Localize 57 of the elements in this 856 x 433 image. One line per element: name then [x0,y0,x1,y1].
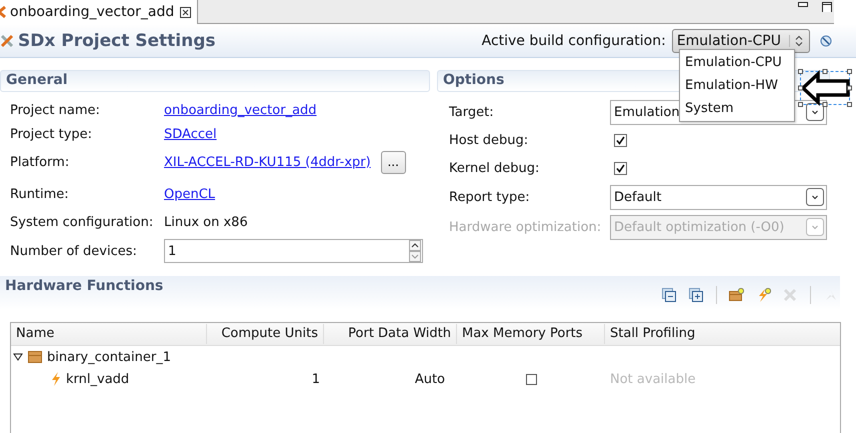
field-value: Linux on x86 [164,214,248,230]
field-label: Number of devices: [10,244,138,258]
build-config-dropdown[interactable]: Emulation-CPU [672,28,810,52]
menu-item[interactable]: System [680,97,794,120]
section-header: General [0,70,430,92]
dropdown: Default optimization (-O0) [610,214,827,240]
close-icon[interactable] [180,6,192,18]
value-link[interactable]: OpenCL [164,186,216,202]
column-header[interactable]: Stall Profiling [605,324,840,344]
spinner-arrows-icon [409,240,421,262]
chevron-down-icon [806,218,824,236]
minimize-icon[interactable] [798,2,808,8]
table-cell-text: Not available [609,372,697,386]
field-label: Project type: [10,126,94,142]
column-header[interactable]: Port Data Width [324,324,457,344]
field-label: Kernel debug: [449,160,540,176]
field-label: System configuration: [10,214,154,230]
table-cell-text: 1 [310,372,321,386]
field-label: Runtime: [10,186,70,202]
arrow-drawing [798,69,852,107]
value-link[interactable]: onboarding_vector_add [164,102,317,118]
editor-tab[interactable]: onboarding_vector_add [0,0,198,24]
field-label: Host debug: [449,132,530,148]
column-header[interactable]: Name [11,324,207,344]
value-link[interactable]: XIL-ACCEL-RD-KU115 (4ddr-xpr) [164,154,371,170]
number-spinner[interactable]: 1 [164,239,423,263]
section-header: Hardware Functions [5,278,164,294]
tools-icon [0,32,14,48]
table-cell-text: Auto [414,372,446,386]
box-icon [28,351,42,363]
field-label: Hardware optimization: [449,220,602,234]
value-link[interactable]: SDAccel [164,126,217,142]
column-header[interactable]: Compute Units [207,324,324,344]
lightning-add-icon[interactable] [756,288,771,302]
checkbox[interactable] [614,134,627,146]
checkbox[interactable] [614,162,627,174]
chevron-down-icon [806,103,824,121]
box-add-icon[interactable] [729,288,744,302]
tree-item[interactable]: binary_container_1 [47,350,171,364]
field-label: Target: [449,104,495,120]
chevron-down-icon [806,188,824,206]
dropdown[interactable]: Default [610,184,827,210]
maximize-icon[interactable] [822,2,832,12]
collapse-all-icon[interactable] [662,288,677,302]
column-header[interactable]: Max Memory Ports [457,324,605,344]
spinner-arrows-icon [789,34,803,46]
browse-button[interactable]: ... [380,150,406,174]
field-label: Active build configuration: [482,32,666,48]
field-label: Project name: [10,102,101,118]
tree-item[interactable]: krnl_vadd [66,372,130,386]
lightning-icon [51,372,61,386]
checkbox[interactable] [526,374,536,384]
field-label: Report type: [449,190,531,204]
expand-toggle-icon[interactable] [13,353,23,361]
page-title: SDx Project Settings [18,30,216,50]
field-label: Platform: [10,154,70,170]
expand-all-icon[interactable] [689,288,704,302]
